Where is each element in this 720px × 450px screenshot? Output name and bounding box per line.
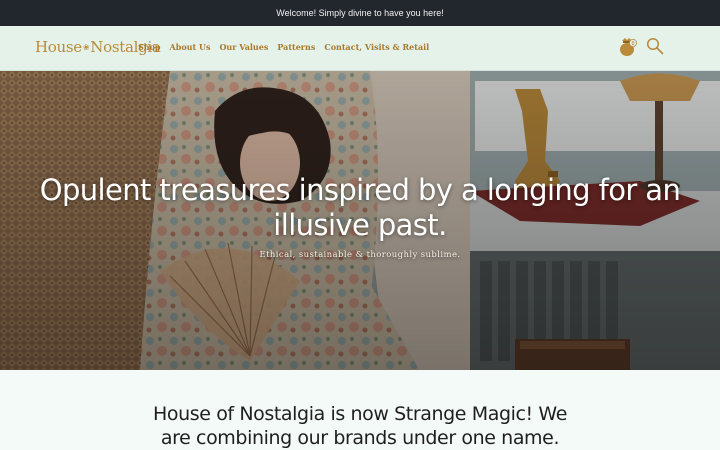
nav-patterns[interactable]: Patterns <box>277 42 315 52</box>
cart-button[interactable]: 0 <box>616 37 638 57</box>
search-button[interactable] <box>646 37 664 55</box>
nav-our-values[interactable]: Our Values <box>219 42 268 52</box>
hero-headline: Opulent treasures inspired by a longing … <box>39 173 681 242</box>
main-nav: Shop About Us Our Values Patterns Contac… <box>138 42 438 52</box>
announcement-bar: Welcome! Simply divine to have you here! <box>0 0 720 26</box>
nav-contact-visits-retail[interactable]: Contact, Visits & Retail <box>324 42 429 52</box>
nav-about-us[interactable]: About Us <box>170 42 211 52</box>
cart-count: 0 <box>632 41 635 47</box>
hero-banner: Opulent treasures inspired by a longing … <box>0 71 720 370</box>
logo-ornament-icon: ❀ <box>82 42 90 52</box>
site-header: House ❀ Nostalgia Shop About Us Our Valu… <box>0 26 720 71</box>
announcement-text: Welcome! Simply divine to have you here! <box>276 8 444 18</box>
hero-subheadline: Ethical, sustainable & thoroughly sublim… <box>259 250 461 260</box>
brand-announcement-heading: House of Nostalgia is now Strange Magic!… <box>153 403 567 449</box>
search-icon <box>646 37 664 55</box>
money-bag-icon: 0 <box>620 38 637 56</box>
logo-word-house: House <box>35 38 82 56</box>
nav-shop[interactable]: Shop <box>138 42 161 52</box>
brand-announcement: House of Nostalgia is now Strange Magic!… <box>0 370 720 450</box>
